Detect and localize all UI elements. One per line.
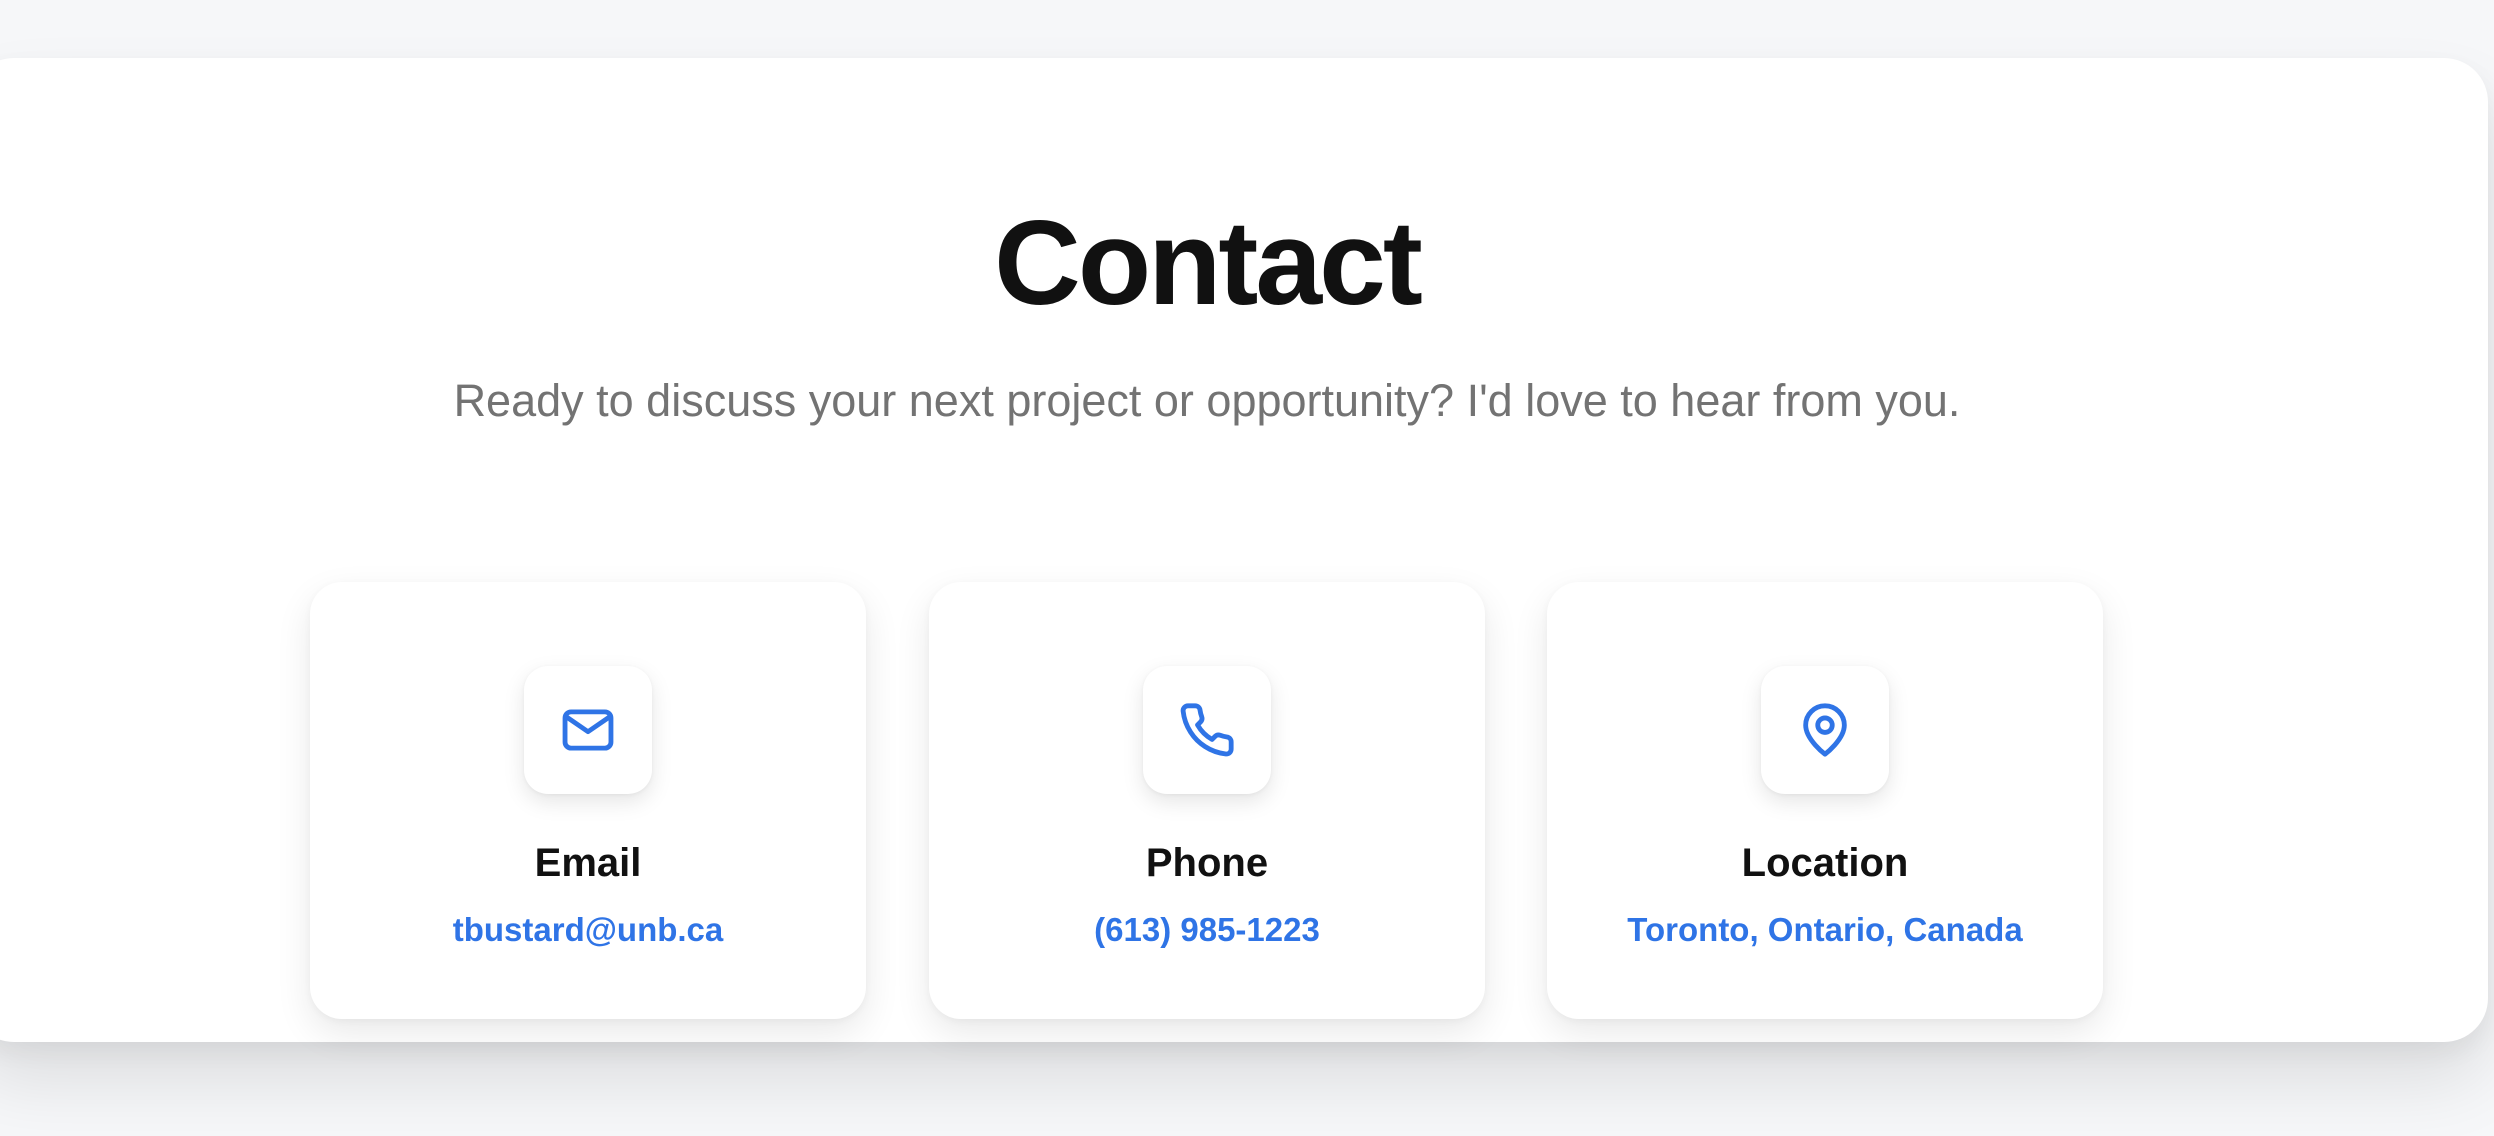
location-link[interactable]: Toronto, Ontario, Canada	[1547, 908, 2103, 952]
map-pin-icon	[1803, 703, 1847, 757]
contact-section: Contact Ready to discuss your next proje…	[0, 58, 2488, 1042]
email-icon-box	[524, 666, 652, 794]
section-subtitle: Ready to discuss your next project or op…	[453, 375, 1961, 426]
mail-icon	[562, 709, 614, 751]
email-link[interactable]: tbustard@unb.ca	[310, 908, 866, 952]
phone-card: Phone (613) 985-1223	[929, 582, 1485, 1019]
email-card: Email tbustard@unb.ca	[310, 582, 866, 1019]
location-label: Location	[1741, 841, 1909, 885]
location-icon-box	[1761, 666, 1889, 794]
phone-link[interactable]: (613) 985-1223	[929, 908, 1485, 952]
phone-icon-box	[1143, 666, 1271, 794]
phone-label: Phone	[1145, 841, 1269, 885]
location-card: Location Toronto, Ontario, Canada	[1547, 582, 2103, 1019]
section-title: Contact	[994, 196, 1423, 330]
email-label: Email	[534, 841, 642, 885]
phone-icon	[1180, 703, 1234, 757]
